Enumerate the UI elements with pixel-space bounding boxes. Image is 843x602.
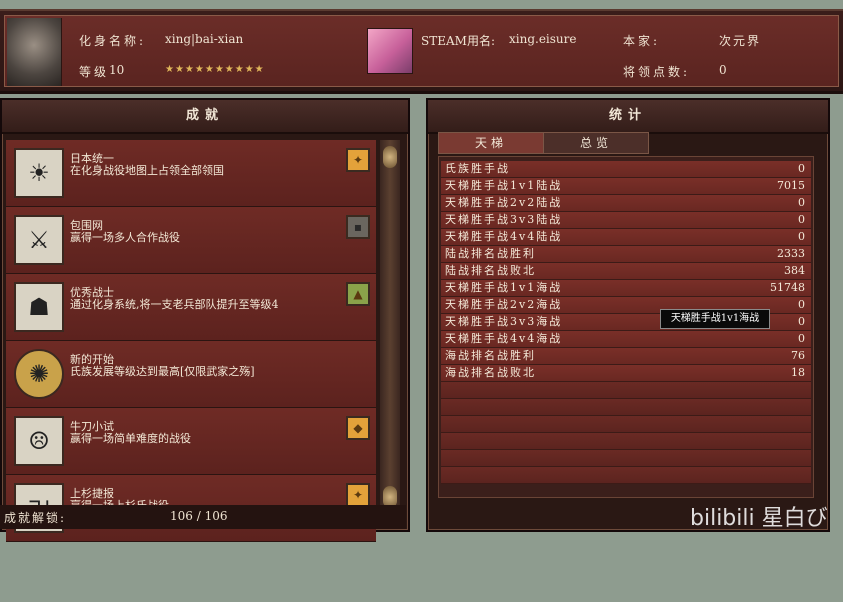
tab-overview[interactable]: 总览 — [543, 132, 649, 154]
general-points-value: 0 — [719, 63, 727, 77]
ninja-icon: ⚔ — [14, 215, 64, 265]
stat-label: 天梯胜手战1v1海战 — [445, 281, 563, 294]
stat-label: 天梯胜手战4v4陆战 — [445, 230, 563, 243]
stat-label: 陆战排名战败北 — [445, 264, 536, 277]
stat-value: 384 — [784, 264, 805, 277]
steam-name-value: xing.eisure — [509, 32, 577, 46]
grey-badge-icon: ▪ — [346, 215, 370, 239]
unlocked-label: 成就解锁: — [4, 511, 67, 525]
bilibili-watermark: bilibili 星白び — [690, 506, 828, 531]
gold-crest-icon: ✺ — [14, 349, 64, 399]
avatar-name-label: 化身名称: — [79, 34, 147, 48]
green-badge-icon: ▲ — [346, 282, 370, 306]
stat-label: 天梯胜手战1v1陆战 — [445, 179, 563, 192]
stat-label: 海战排名战败北 — [445, 366, 536, 379]
clan-label: 本家: — [623, 34, 661, 48]
stat-row: 天梯胜手战4v4陆战 0 — [441, 229, 811, 246]
achievement-item[interactable]: ✺ 新的开始 氏族发展等级达到最高[仅限武家之殇] — [6, 341, 376, 408]
stat-row-empty — [441, 399, 811, 416]
gold-badge-icon: ✦ — [346, 148, 370, 172]
stat-value: 0 — [798, 298, 805, 311]
steam-name-label: STEAM用名: — [421, 34, 495, 48]
achievement-footer: 成就解锁: 106 / 106 — [0, 505, 406, 529]
stat-value: 0 — [798, 196, 805, 209]
stat-row: 天梯胜手战2v2陆战 0 — [441, 195, 811, 212]
stat-row-empty — [441, 382, 811, 399]
achievement-desc: 氏族发展等级达到最高[仅限武家之殇] — [70, 365, 255, 378]
noh-mask-icon: ☹ — [14, 416, 64, 466]
profile-header: 化身名称: xing|bai-xian 等级 10 ★★★★★★★★★★ STE… — [0, 9, 843, 94]
level-value: 10 — [109, 63, 125, 77]
achievement-item[interactable]: ☗ 优秀战士 通过化身系统,将一支老兵部队提升至等级4 ▲ — [6, 274, 376, 341]
unlocked-count: 106 / 106 — [170, 509, 228, 523]
stat-row: 天梯胜手战1v1海战 51748 — [441, 280, 811, 297]
achievements-title: 成就 — [2, 100, 408, 134]
achievement-desc: 赢得一场简单难度的战役 — [70, 432, 191, 445]
gold-badge-icon: ✦ — [346, 483, 370, 507]
stat-value: 0 — [798, 332, 805, 345]
avatar-name-value: xing|bai-xian — [165, 32, 244, 46]
stat-value: 51748 — [770, 281, 805, 294]
rising-sun-icon: ☀ — [14, 148, 64, 198]
stat-row: 天梯胜手战1v1陆战 7015 — [441, 178, 811, 195]
gold-badge-icon: ◆ — [346, 416, 370, 440]
profile-header-inner: 化身名称: xing|bai-xian 等级 10 ★★★★★★★★★★ STE… — [4, 15, 839, 87]
achievement-list[interactable]: ☀ 日本统一 在化身战役地图上占领全部领国 ✦ ⚔ 包围网 赢得一场多人合作战役… — [6, 140, 376, 602]
stat-label: 氏族胜手战 — [445, 162, 510, 175]
stat-row: 陆战排名战败北 384 — [441, 263, 811, 280]
steam-avatar[interactable] — [367, 28, 413, 74]
stat-value: 0 — [798, 230, 805, 243]
stat-row: 氏族胜手战 0 — [441, 161, 811, 178]
stat-tooltip: 天梯胜手战1v1海战 — [660, 309, 770, 329]
stat-row-empty — [441, 467, 811, 484]
clan-value: 次元界 — [719, 34, 762, 48]
stat-value: 2333 — [777, 247, 805, 260]
scroll-up-knob-icon[interactable] — [383, 146, 397, 168]
stat-label: 天梯胜手战3v3海战 — [445, 315, 563, 328]
stats-title: 统计 — [428, 100, 828, 134]
tab-ladder[interactable]: 天梯 — [438, 132, 544, 154]
stat-row-empty — [441, 416, 811, 433]
general-points-label: 将领点数: — [623, 65, 691, 79]
stat-label: 海战排名战胜利 — [445, 349, 536, 362]
stat-label: 天梯胜手战2v2海战 — [445, 298, 563, 311]
achievement-desc: 赢得一场多人合作战役 — [70, 231, 180, 244]
samurai-mask-icon: ☗ — [14, 282, 64, 332]
stat-row: 海战排名战胜利 76 — [441, 348, 811, 365]
player-avatar[interactable] — [7, 18, 62, 86]
achievement-desc: 通过化身系统,将一支老兵部队提升至等级4 — [70, 298, 279, 311]
achievement-scrollbar[interactable] — [380, 140, 400, 508]
stat-value: 18 — [791, 366, 805, 379]
achievement-desc: 在化身战役地图上占领全部领国 — [70, 164, 224, 177]
level-stars: ★★★★★★★★★★ — [165, 64, 265, 75]
achievement-item[interactable]: ⚔ 包围网 赢得一场多人合作战役 ▪ — [6, 207, 376, 274]
stat-row: 天梯胜手战4v4海战 0 — [441, 331, 811, 348]
stat-value: 7015 — [777, 179, 805, 192]
stat-label: 天梯胜手战3v3陆战 — [445, 213, 563, 226]
stat-value: 0 — [798, 213, 805, 226]
stat-value: 76 — [791, 349, 805, 362]
achievement-item[interactable]: ☀ 日本统一 在化身战役地图上占领全部领国 ✦ — [6, 140, 376, 207]
stat-row: 天梯胜手战3v3陆战 0 — [441, 212, 811, 229]
stat-value: 0 — [798, 162, 805, 175]
level-label: 等级 — [79, 65, 110, 79]
stat-label: 天梯胜手战4v4海战 — [445, 332, 563, 345]
stat-row-empty — [441, 450, 811, 467]
stat-row: 海战排名战败北 18 — [441, 365, 811, 382]
stat-row-empty — [441, 433, 811, 450]
stat-label: 陆战排名战胜利 — [445, 247, 536, 260]
stat-row: 陆战排名战胜利 2333 — [441, 246, 811, 263]
stat-label: 天梯胜手战2v2陆战 — [445, 196, 563, 209]
achievement-item[interactable]: ☹ 牛刀小试 赢得一场简单难度的战役 ◆ — [6, 408, 376, 475]
stat-value: 0 — [798, 315, 805, 328]
